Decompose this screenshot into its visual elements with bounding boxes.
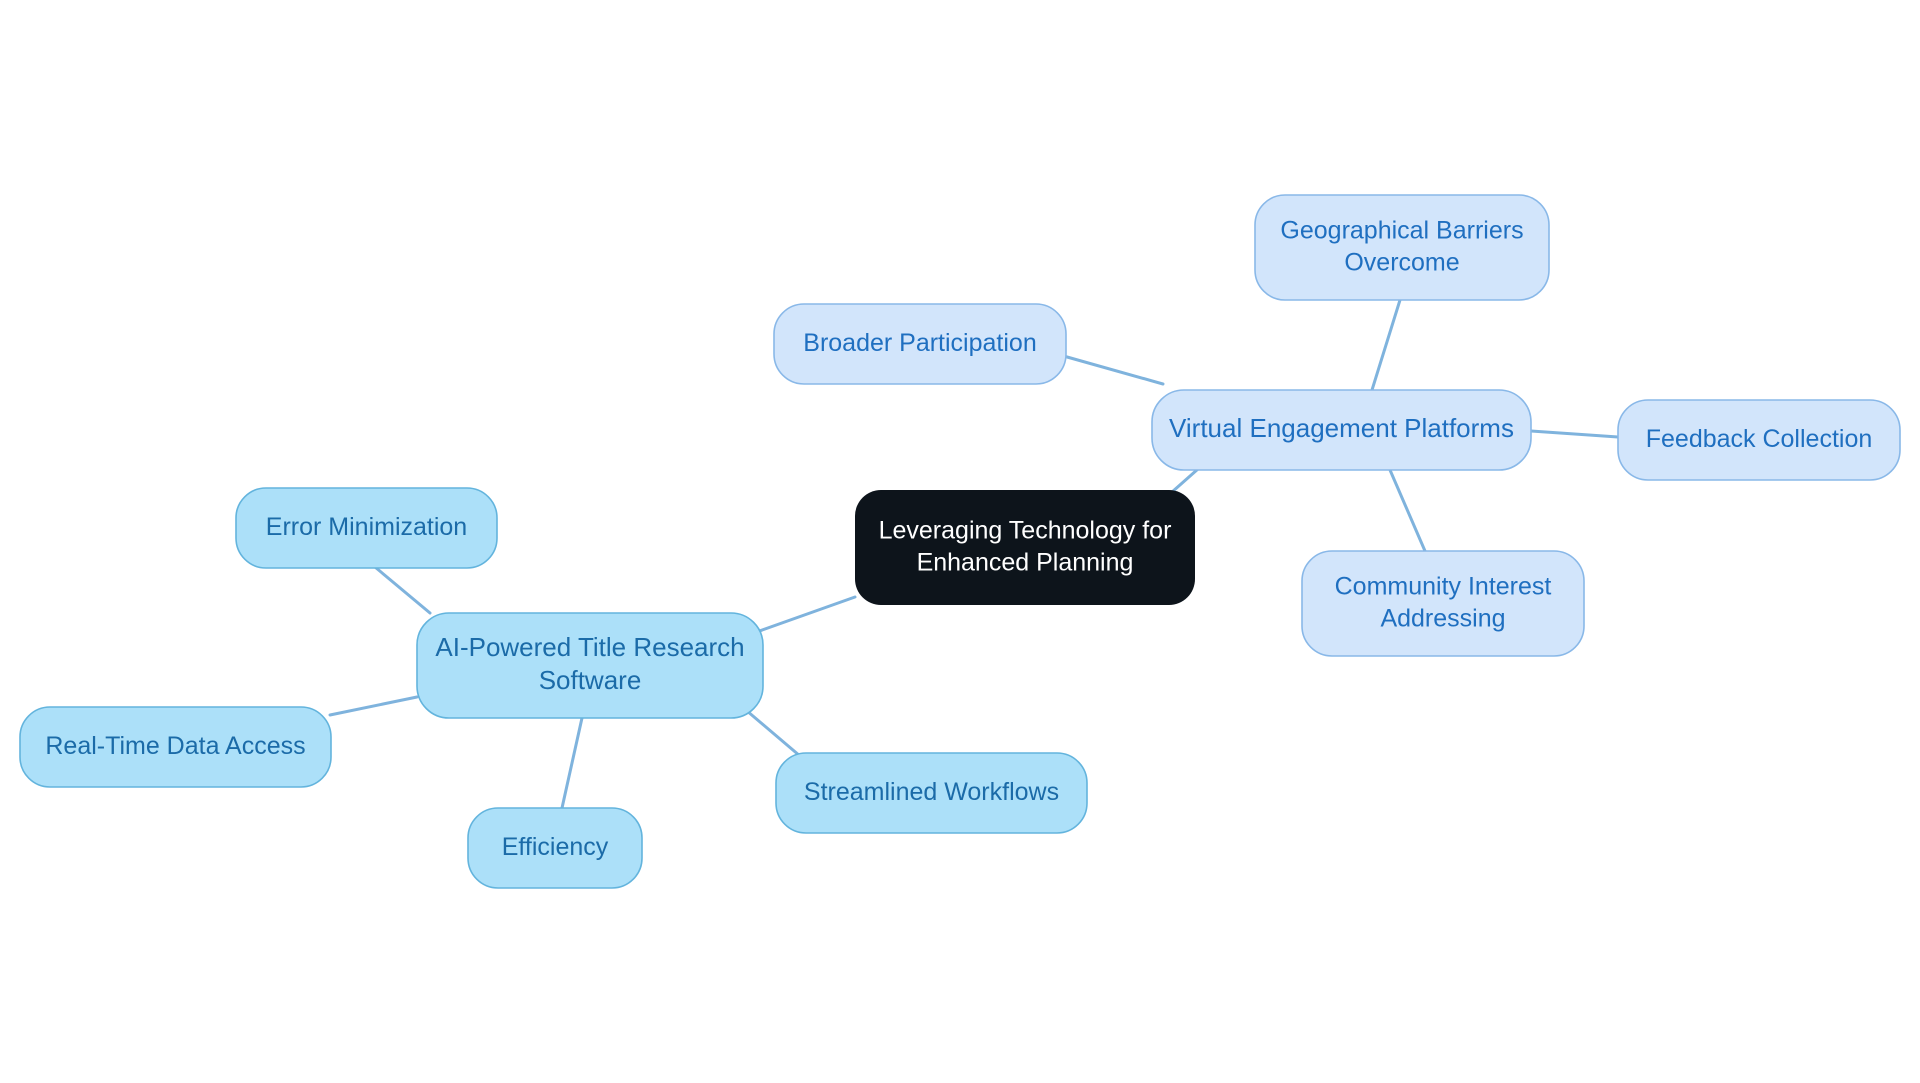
node-label-efficiency: Efficiency — [502, 833, 609, 861]
node-label-virtual-engagement-platforms: Virtual Engagement Platforms — [1169, 413, 1514, 443]
node-virtual-engagement-platforms[interactable]: Virtual Engagement Platforms — [1151, 389, 1532, 471]
node-label-line: Virtual Engagement Platforms — [1169, 413, 1514, 443]
node-label-line: Enhanced Planning — [917, 548, 1134, 576]
node-label-line: Overcome — [1344, 248, 1459, 276]
node-label-line: Leveraging Technology for — [879, 516, 1172, 544]
node-root[interactable]: Leveraging Technology for Enhanced Planni… — [855, 490, 1195, 605]
node-feedback-collection[interactable]: Feedback Collection — [1617, 399, 1901, 481]
node-label-line: AI-Powered Title Research — [435, 632, 744, 662]
node-efficiency[interactable]: Efficiency — [467, 807, 643, 889]
node-label-line: Geographical Barriers — [1280, 216, 1523, 244]
node-community-interest-addressing[interactable]: Community Interest Addressing — [1301, 550, 1585, 657]
node-streamlined-workflows[interactable]: Streamlined Workflows — [775, 752, 1088, 834]
node-label-line: Broader Participation — [803, 329, 1036, 357]
node-label-error-minimization: Error Minimization — [266, 513, 467, 541]
node-geographical-barriers-overcome[interactable]: Geographical Barriers Overcome — [1254, 194, 1550, 301]
node-label-line: Real-Time Data Access — [45, 732, 305, 760]
node-label-line: Community Interest — [1335, 572, 1552, 600]
node-label-streamlined-workflows: Streamlined Workflows — [804, 778, 1059, 806]
node-label-feedback-collection: Feedback Collection — [1646, 425, 1873, 453]
node-label-line: Feedback Collection — [1646, 425, 1873, 453]
node-real-time-data-access[interactable]: Real-Time Data Access — [19, 706, 332, 788]
node-label-line: Streamlined Workflows — [804, 778, 1059, 806]
node-label-line: Efficiency — [502, 833, 609, 861]
node-error-minimization[interactable]: Error Minimization — [235, 487, 498, 569]
node-label-real-time-data-access: Real-Time Data Access — [45, 732, 305, 760]
node-label-line: Error Minimization — [266, 513, 467, 541]
node-label-broader-participation: Broader Participation — [803, 329, 1036, 357]
node-label-line: Addressing — [1380, 604, 1505, 632]
node-ai-powered-title-research-software[interactable]: AI-Powered Title Research Software — [416, 612, 764, 719]
mindmap-canvas: Leveraging Technology for Enhanced Planni… — [0, 0, 1920, 1083]
node-broader-participation[interactable]: Broader Participation — [773, 303, 1067, 385]
node-label-line: Software — [539, 665, 642, 695]
